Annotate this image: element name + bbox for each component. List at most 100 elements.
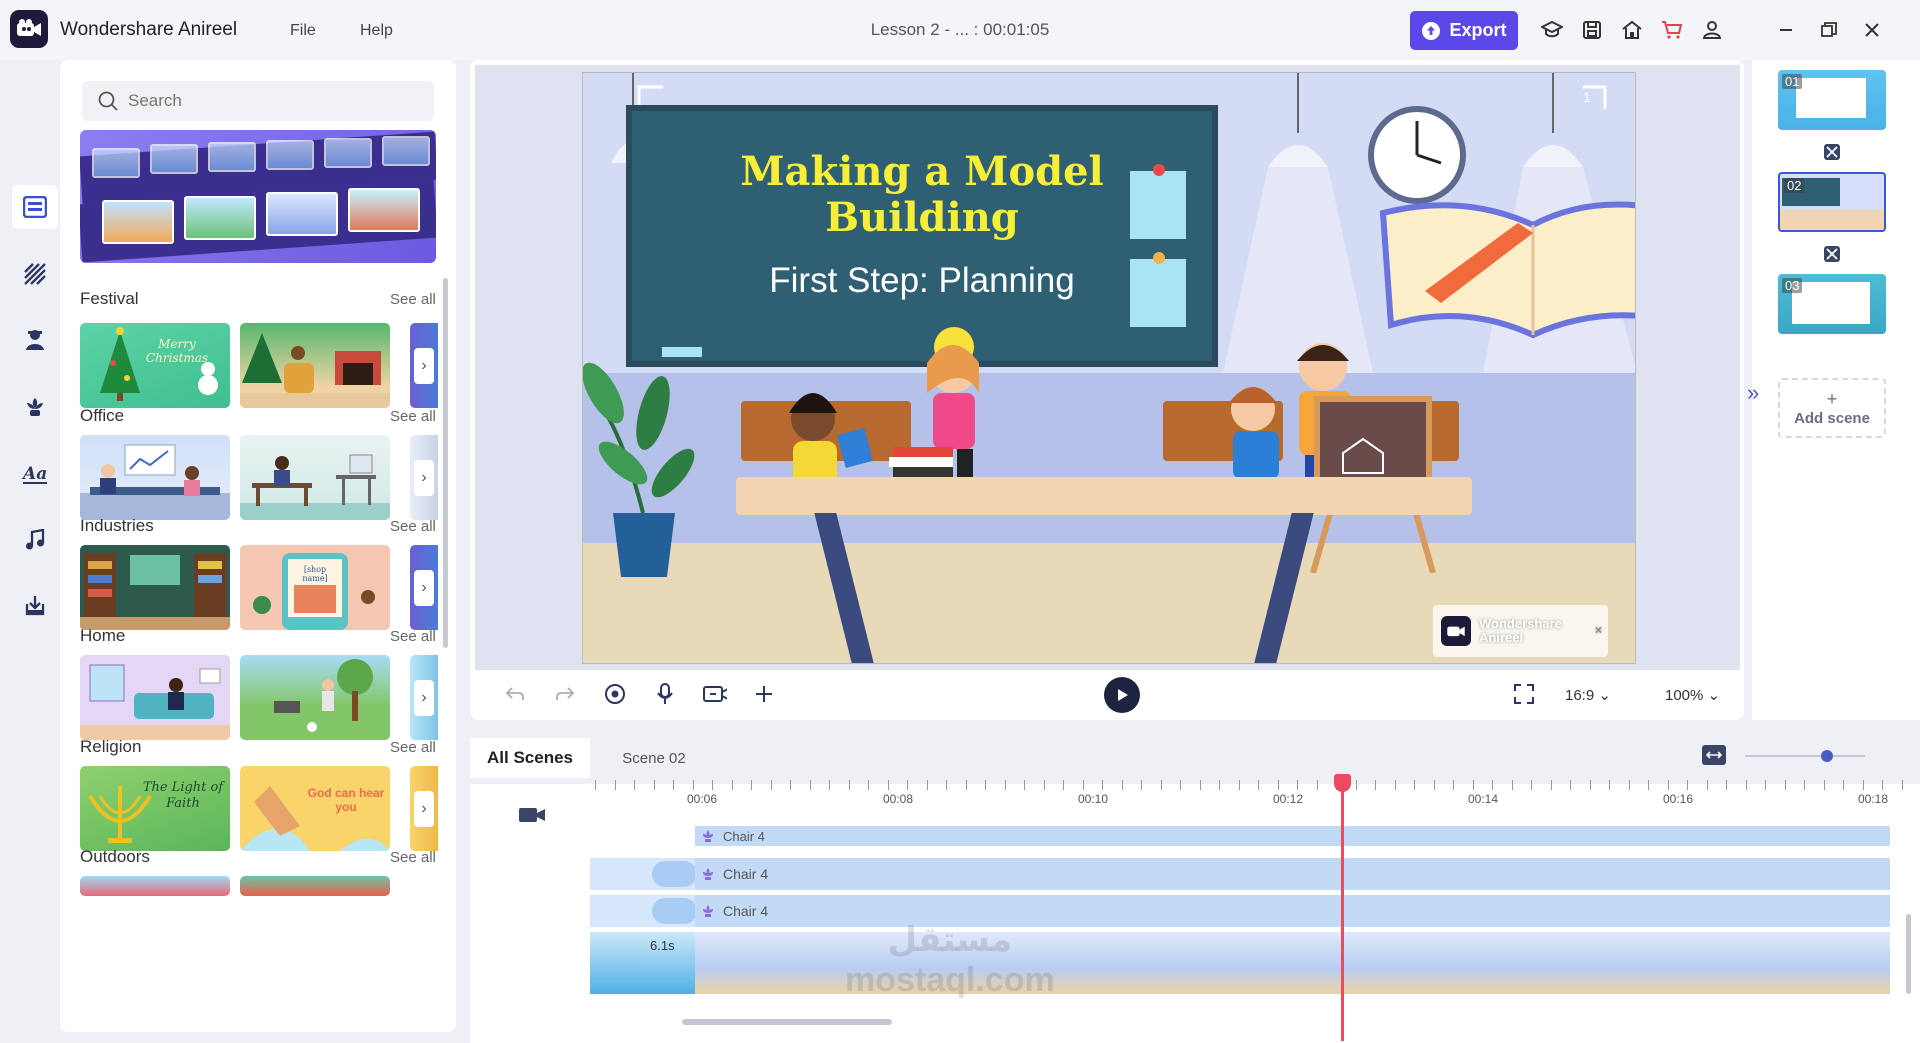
template-panel: Festival See all Merry Christmas › Offic… — [60, 60, 456, 1032]
ruler-tick — [985, 780, 986, 790]
add-plus-icon: + — [1826, 389, 1838, 409]
category-next-button[interactable]: › — [410, 545, 438, 630]
menu-file[interactable]: File — [290, 22, 316, 40]
track-clip[interactable]: Chair 4 — [695, 826, 1890, 846]
track-clip[interactable]: Chair 4 — [695, 895, 1890, 927]
template-thumb[interactable] — [240, 876, 390, 896]
template-thumb[interactable] — [80, 435, 230, 520]
ruler-tick — [1726, 780, 1727, 790]
playhead-line[interactable] — [1341, 776, 1344, 1041]
record-screen-icon[interactable] — [603, 682, 627, 706]
template-thumb[interactable] — [80, 876, 230, 896]
track-row[interactable]: Chair 4 — [590, 826, 1890, 846]
scene-card[interactable]: 03 — [1778, 274, 1886, 334]
template-thumb[interactable] — [80, 655, 230, 740]
track-row[interactable]: Chair 4 — [590, 895, 1890, 927]
template-thumb[interactable]: The Light of Faith — [80, 766, 230, 851]
document-title[interactable]: Lesson 2 - ... : 00:01:05 — [871, 20, 1050, 39]
tutorial-icon[interactable] — [1540, 18, 1564, 42]
restore-icon[interactable] — [1815, 16, 1843, 44]
add-scene-button[interactable]: + Add scene — [1778, 378, 1886, 438]
playhead-handle[interactable] — [1334, 774, 1351, 792]
chevron-right-icon: › — [414, 679, 434, 716]
play-button[interactable] — [1104, 677, 1140, 713]
add-element-icon[interactable] — [752, 682, 776, 706]
scene-clip-thumb[interactable]: 6.1s — [590, 932, 695, 994]
scene-card[interactable]: 01 — [1778, 70, 1886, 130]
rail-import-icon[interactable] — [12, 584, 58, 628]
template-thumb[interactable] — [240, 323, 390, 408]
track-handle[interactable] — [652, 861, 697, 887]
rail-backgrounds-icon[interactable] — [12, 252, 58, 296]
minimize-icon[interactable] — [1772, 16, 1800, 44]
scene-card-selected[interactable]: 02 — [1778, 172, 1886, 232]
track-handle[interactable] — [652, 898, 697, 924]
fullscreen-icon[interactable] — [1512, 682, 1536, 706]
category-next-button[interactable]: › — [410, 655, 438, 740]
track-clip[interactable]: Chair 4 — [695, 858, 1890, 890]
cart-icon[interactable] — [1660, 18, 1684, 42]
camera-record-icon[interactable] — [703, 682, 727, 706]
scene-canvas[interactable]: 1 Making a Model Building First Step: Pl… — [582, 72, 1636, 664]
page-marker: 1 — [1583, 89, 1591, 105]
ruler-tick — [1258, 780, 1259, 790]
prop-icon — [703, 830, 713, 842]
scene-subtitle-text[interactable]: First Step: Planning — [632, 261, 1212, 301]
timeline-scrollbar[interactable] — [682, 1019, 892, 1025]
featured-banner[interactable] — [80, 130, 436, 263]
category-next-button[interactable]: › — [410, 435, 438, 520]
ruler-tick — [1706, 780, 1708, 790]
account-icon[interactable] — [1700, 18, 1724, 42]
aspect-ratio-select[interactable]: 16:9 ⌄ — [1565, 686, 1611, 704]
transition-icon[interactable] — [1822, 244, 1842, 264]
see-all-link[interactable]: See all — [390, 628, 436, 645]
template-thumb[interactable] — [240, 435, 390, 520]
see-all-link[interactable]: See all — [390, 739, 436, 756]
ruler-tick — [673, 780, 674, 790]
pin-icon — [1153, 164, 1165, 176]
rail-templates-icon[interactable] — [12, 185, 58, 229]
see-all-link[interactable]: See all — [390, 291, 436, 308]
ruler-tick — [595, 780, 596, 790]
category-next-button[interactable]: › — [410, 323, 438, 408]
template-thumb[interactable] — [80, 545, 230, 630]
watermark-line1: Wondershare — [1479, 616, 1562, 631]
search-input[interactable] — [128, 91, 418, 111]
rail-props-icon[interactable] — [12, 384, 58, 428]
ruler-tick — [1102, 780, 1103, 790]
sticky-note — [1130, 171, 1186, 239]
see-all-link[interactable]: See all — [390, 408, 436, 425]
zoom-select[interactable]: 100% ⌄ — [1665, 686, 1720, 704]
collapse-scenes-icon[interactable]: » — [1747, 380, 1759, 406]
scene-clip-strip[interactable] — [695, 932, 1890, 994]
export-button[interactable]: Export — [1410, 11, 1518, 50]
aspect-ratio-value: 16:9 — [1565, 687, 1595, 704]
watermark-close-icon[interactable]: × — [1595, 623, 1602, 637]
close-icon[interactable] — [1858, 16, 1886, 44]
menu-help[interactable]: Help — [360, 22, 393, 40]
timeline-vscrollbar[interactable] — [1906, 914, 1911, 994]
save-icon[interactable] — [1580, 18, 1604, 42]
undo-icon[interactable] — [503, 682, 527, 706]
watermark-badge[interactable]: Wondershare Anireel × — [1433, 605, 1608, 657]
see-all-link[interactable]: See all — [390, 849, 436, 866]
home-icon[interactable] — [1620, 18, 1644, 42]
rail-text-icon[interactable]: Aa — [12, 452, 58, 496]
panel-scrollbar[interactable] — [443, 278, 448, 648]
category-next-button[interactable]: › — [410, 766, 438, 851]
transition-icon[interactable] — [1822, 142, 1842, 162]
see-all-link[interactable]: See all — [390, 518, 436, 535]
rail-music-icon[interactable] — [12, 518, 58, 562]
rail-characters-icon[interactable] — [12, 318, 58, 362]
template-thumb[interactable] — [240, 655, 390, 740]
left-rail: Aa — [0, 60, 60, 1043]
template-thumb[interactable]: [shop name] — [240, 545, 390, 630]
track-row[interactable]: Chair 4 — [590, 858, 1890, 890]
redo-icon[interactable] — [553, 682, 577, 706]
template-thumb[interactable]: Merry Christmas — [80, 323, 230, 408]
microphone-icon[interactable] — [653, 682, 677, 706]
search-box[interactable] — [82, 81, 434, 121]
scene-title-text[interactable]: Making a Model Building — [632, 149, 1212, 241]
ruler-tick — [1433, 780, 1435, 790]
template-thumb[interactable]: God can hear you — [240, 766, 390, 851]
